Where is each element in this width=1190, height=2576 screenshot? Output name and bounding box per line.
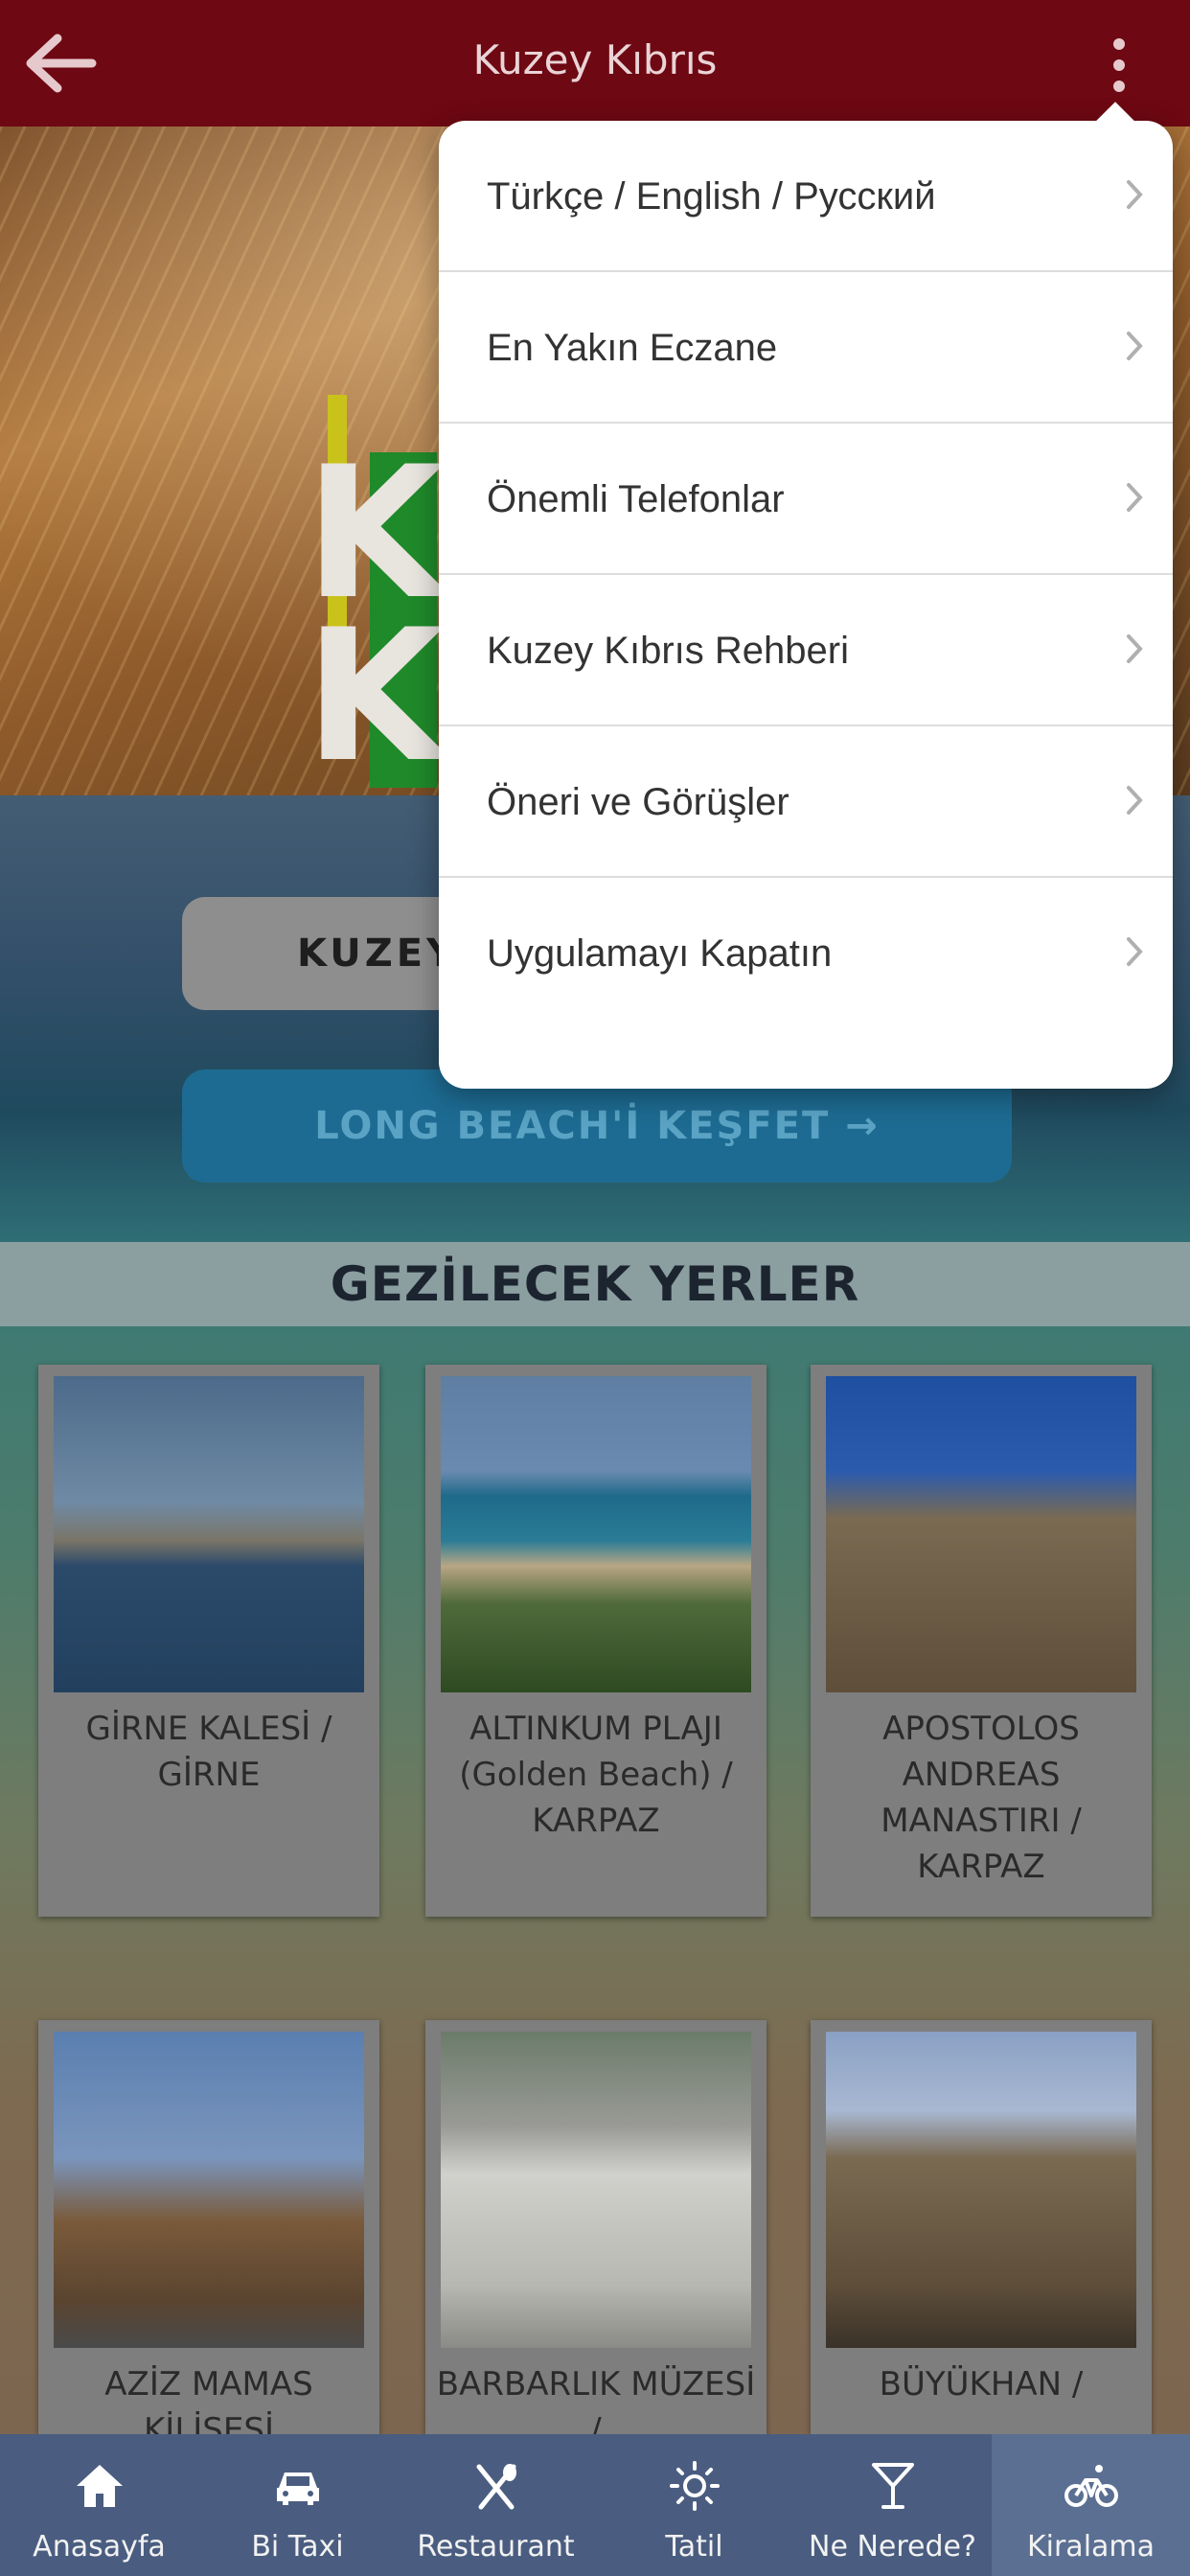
place-photo [441, 1376, 751, 1692]
bicycle-icon [1063, 2459, 1120, 2513]
fork-knife-icon [468, 2459, 525, 2513]
app-header: Kuzey Kıbrıs [0, 0, 1190, 126]
place-card[interactable]: APOSTOLOS ANDREAS MANASTIRI / KARPAZ [811, 1365, 1152, 1917]
place-card[interactable]: BÜYÜKHAN / [811, 2020, 1152, 2434]
menu-item-guide[interactable]: Kuzey Kıbrıs Rehberi [439, 575, 1173, 726]
more-vertical-icon[interactable] [1100, 34, 1138, 96]
page-title: Kuzey Kıbrıs [472, 36, 718, 83]
menu-item-pharmacy[interactable]: En Yakın Eczane [439, 272, 1173, 424]
place-card[interactable]: GİRNE KALESİ / GİRNE [38, 1365, 379, 1917]
sun-icon [666, 2459, 723, 2513]
menu-item-label: Öneri ve Görüşler [487, 781, 790, 823]
chevron-right-icon [1125, 481, 1144, 514]
menu-item-label: En Yakın Eczane [487, 327, 778, 369]
place-name: GİRNE KALESİ / GİRNE [85, 1710, 332, 1794]
menu-item-label: Kuzey Kıbrıs Rehberi [487, 630, 849, 672]
menu-item-label: Türkçe / English / Русский [487, 175, 936, 218]
place-photo [54, 1376, 364, 1692]
section-title: GEZİLECEK YERLER [0, 1242, 1190, 1326]
nav-label: Kiralama [1026, 2530, 1156, 2564]
place-card[interactable]: AZİZ MAMAS KİLİSESİ [38, 2020, 379, 2450]
chevron-right-icon [1125, 330, 1144, 362]
place-name: APOSTOLOS ANDREAS MANASTIRI / KARPAZ [881, 1710, 1082, 1886]
nav-anasayfa[interactable]: Anasayfa [0, 2434, 198, 2576]
chevron-right-icon [1125, 935, 1144, 968]
place-card[interactable]: ALTINKUM PLAJI (Golden Beach) / KARPAZ [425, 1365, 767, 1917]
nav-label: Tatil [665, 2530, 723, 2564]
place-card[interactable]: BARBARLIK MÜZESİ / [425, 2020, 767, 2450]
place-photo [441, 2032, 751, 2348]
nav-label: Anasayfa [33, 2530, 166, 2564]
nav-bi-taxi[interactable]: Bi Taxi [198, 2434, 397, 2576]
nav-tatil[interactable]: Tatil [595, 2434, 793, 2576]
menu-item-label: Önemli Telefonlar [487, 478, 785, 520]
menu-item-close-app[interactable]: Uygulamayı Kapatın [439, 878, 1173, 1029]
place-photo [54, 2032, 364, 2348]
nav-restaurant[interactable]: Restaurant [397, 2434, 595, 2576]
chevron-right-icon [1125, 632, 1144, 665]
cocktail-icon [864, 2459, 922, 2513]
bottom-navigation: Anasayfa Bi Taxi Restaurant Tatil Ne Ner… [0, 2434, 1190, 2576]
menu-item-language[interactable]: Türkçe / English / Русский [439, 121, 1173, 272]
nav-kiralama[interactable]: Kiralama [992, 2434, 1190, 2576]
chevron-right-icon [1125, 784, 1144, 816]
home-icon [71, 2459, 128, 2513]
menu-item-label: Uygulamayı Kapatın [487, 932, 833, 975]
place-name: ALTINKUM PLAJI (Golden Beach) / KARPAZ [459, 1710, 733, 1840]
place-name: BÜYÜKHAN / [879, 2365, 1084, 2404]
nav-ne-nerede[interactable]: Ne Nerede? [793, 2434, 992, 2576]
nav-label: Restaurant [417, 2530, 575, 2564]
nav-label: Ne Nerede? [809, 2530, 976, 2564]
nav-label: Bi Taxi [251, 2530, 344, 2564]
menu-item-feedback[interactable]: Öneri ve Görüşler [439, 726, 1173, 878]
car-icon [269, 2459, 327, 2513]
chevron-right-icon [1125, 178, 1144, 211]
menu-item-phones[interactable]: Önemli Telefonlar [439, 424, 1173, 575]
overflow-menu: Türkçe / English / Русский En Yakın Ecza… [439, 102, 1173, 1089]
place-photo [826, 1376, 1136, 1692]
place-photo [826, 2032, 1136, 2348]
